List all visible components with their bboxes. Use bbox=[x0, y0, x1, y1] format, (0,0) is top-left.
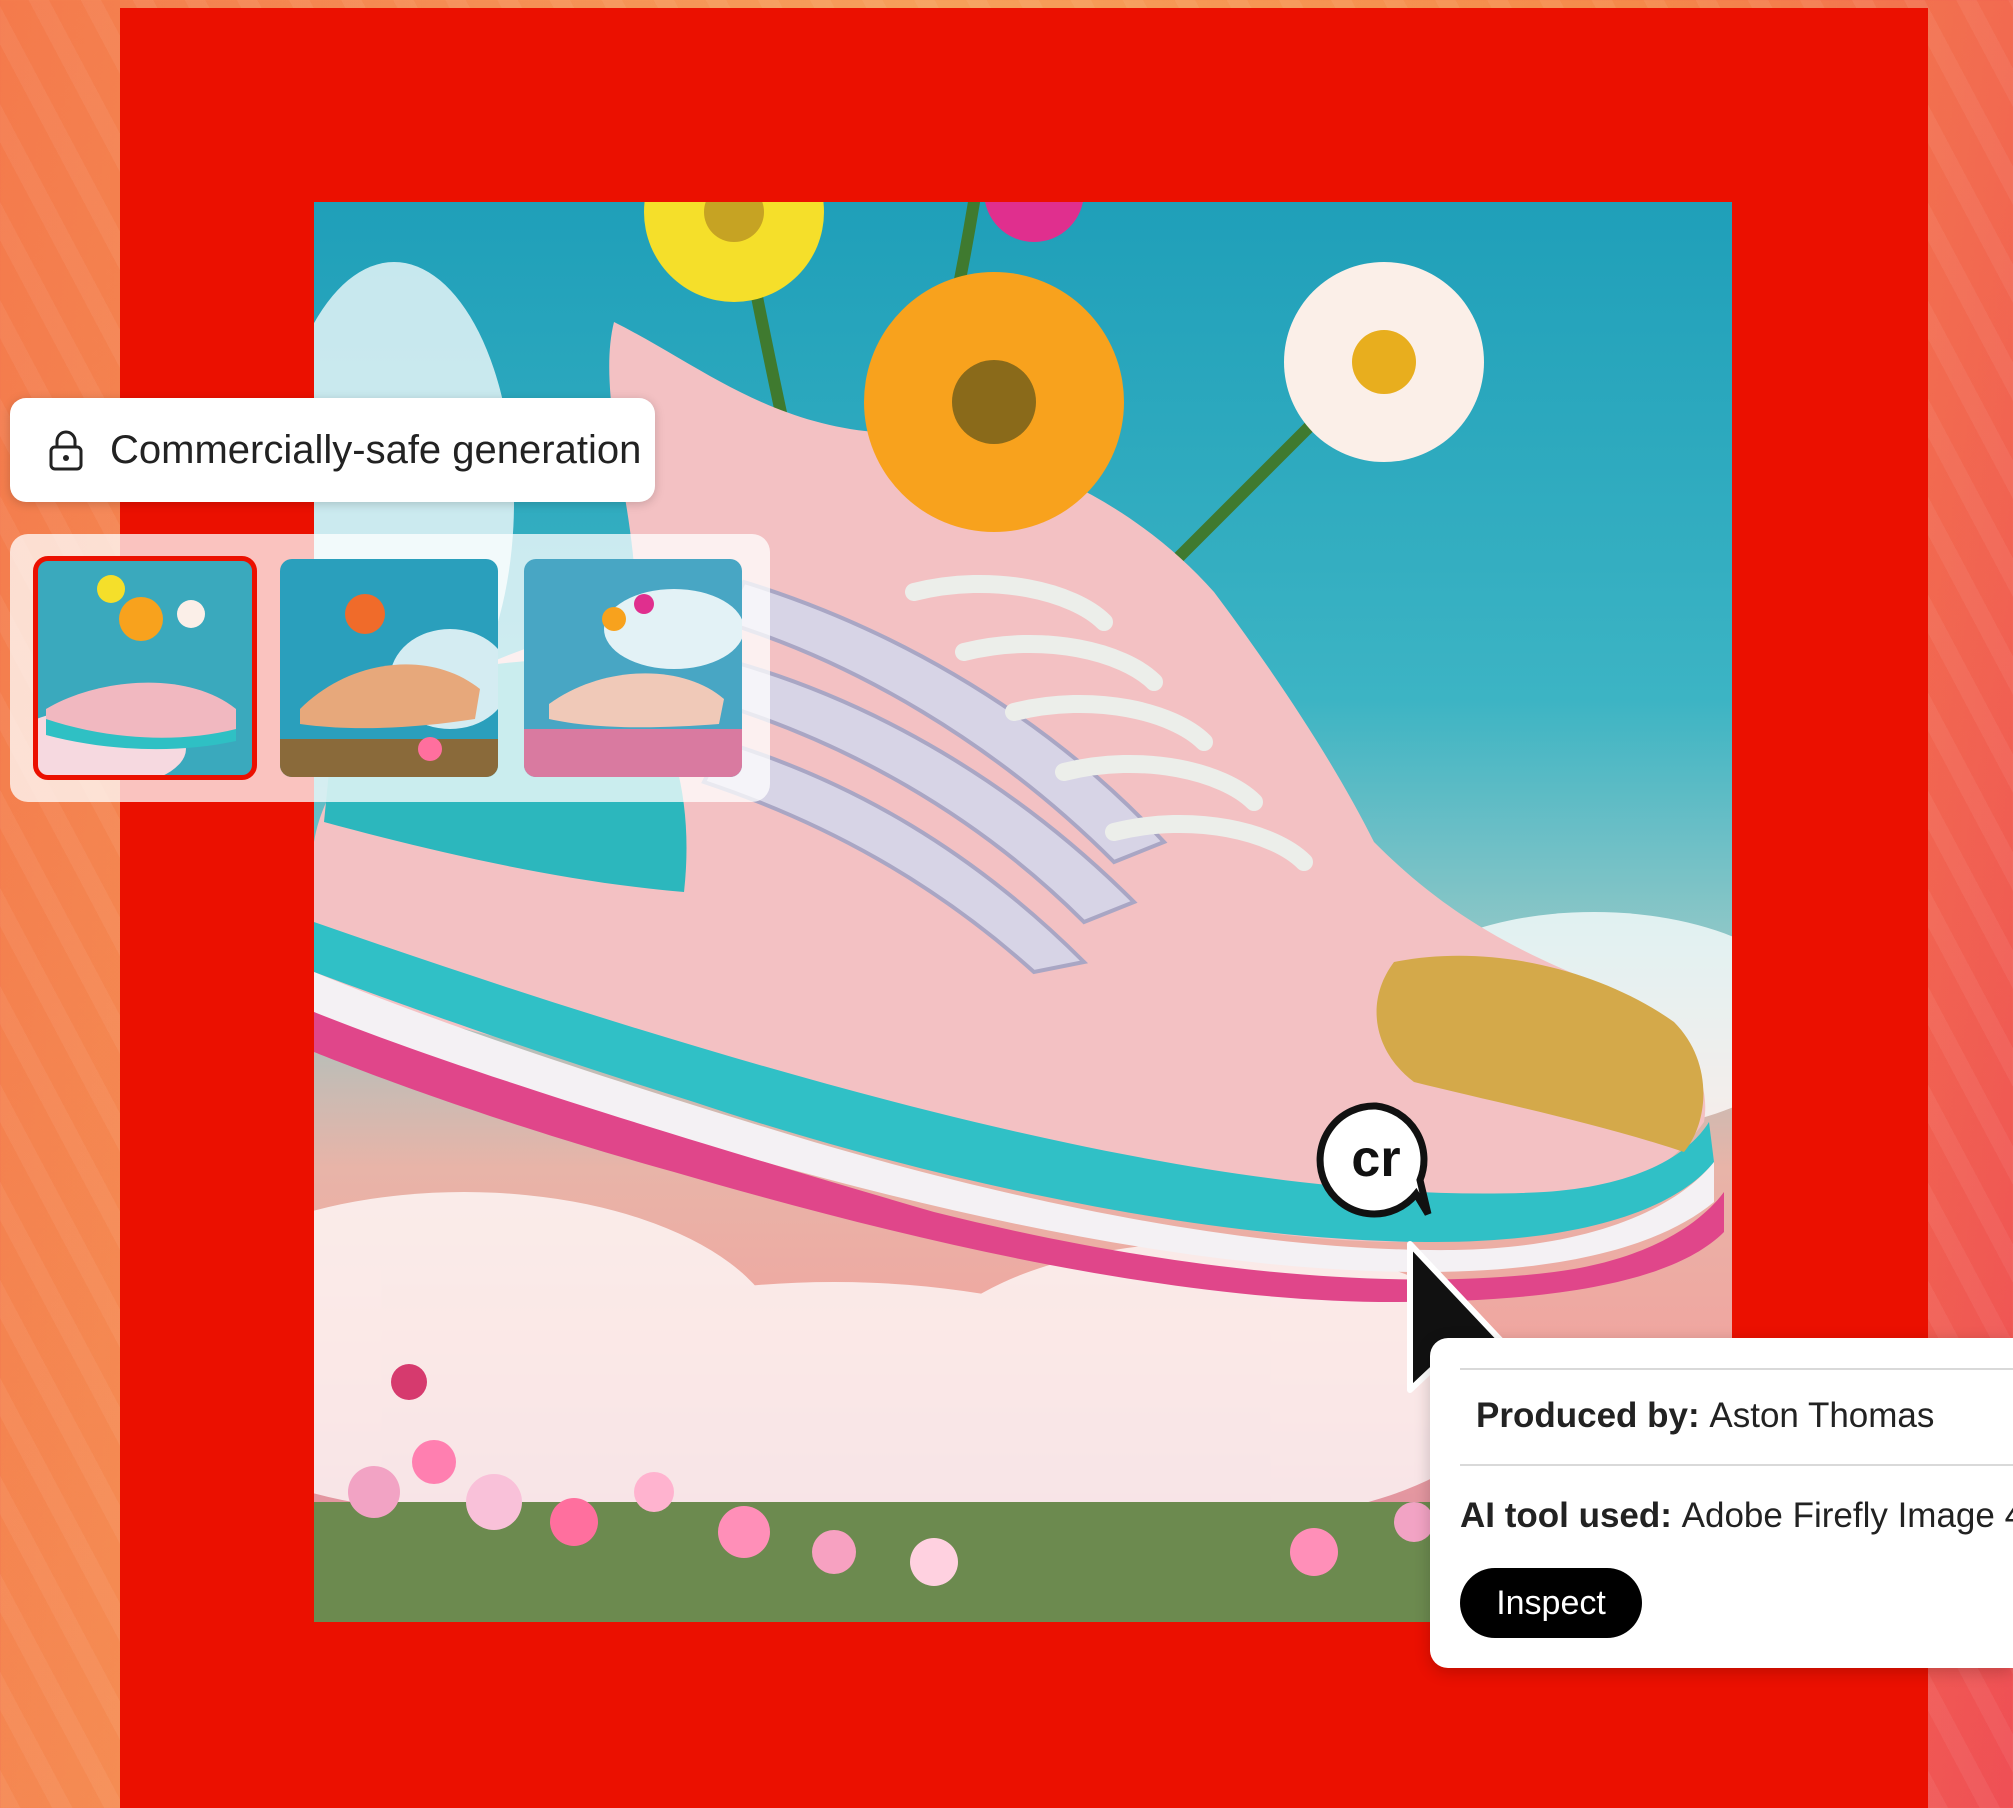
produced-by-value: Aston Thomas bbox=[1709, 1396, 1935, 1435]
card-divider-top bbox=[1460, 1368, 2013, 1370]
lock-icon bbox=[49, 430, 83, 471]
thumbnail-variant-1[interactable] bbox=[33, 556, 257, 780]
ai-tool-label: AI tool used: bbox=[1460, 1496, 1682, 1535]
thumbnail-variant-2[interactable] bbox=[280, 559, 498, 777]
inspect-button[interactable]: Inspect bbox=[1460, 1568, 1642, 1638]
ai-tool-value: Adobe Firefly Image 4 bbox=[1681, 1496, 2013, 1535]
ai-tool-row: AI tool used: Adobe Firefly Image 4 bbox=[1460, 1496, 2013, 1536]
produced-by-row: Produced by: Aston Thomas bbox=[1476, 1396, 1934, 1436]
commercially-safe-badge: Commercially-safe generation bbox=[10, 398, 655, 502]
cr-badge-text: cr bbox=[1351, 1130, 1400, 1188]
variant-thumbnails bbox=[10, 534, 770, 802]
produced-by-label: Produced by: bbox=[1476, 1396, 1710, 1435]
content-credentials-card: Produced by: Aston Thomas AI tool used: … bbox=[1430, 1338, 2013, 1668]
thumbnail-variant-3[interactable] bbox=[524, 559, 742, 777]
card-divider-middle bbox=[1460, 1464, 2013, 1466]
content-credentials-icon[interactable]: cr bbox=[1316, 1100, 1436, 1220]
commercially-safe-label: Commercially-safe generation bbox=[110, 427, 642, 472]
